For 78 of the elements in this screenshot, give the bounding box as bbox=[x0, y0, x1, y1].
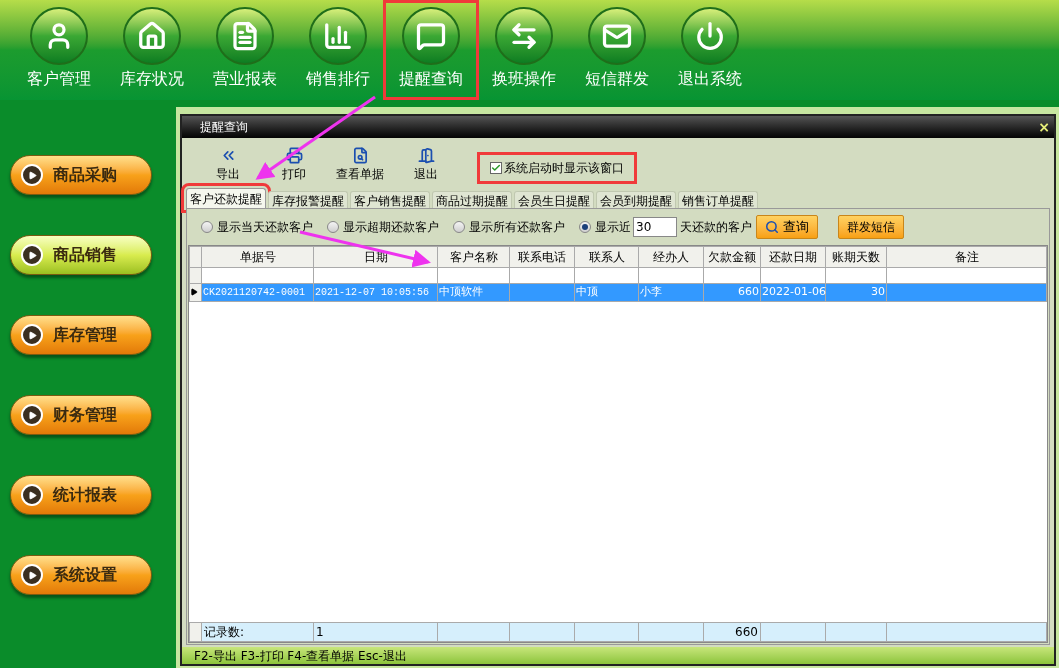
tab[interactable]: 销售订单提醒 bbox=[678, 191, 758, 208]
table-cell: 小李 bbox=[640, 285, 662, 298]
toolbar-button[interactable]: 短信群发 bbox=[572, 3, 662, 97]
table-cell: 30 bbox=[871, 285, 885, 298]
play-icon bbox=[21, 484, 43, 506]
column-header[interactable]: 经办人 bbox=[638, 246, 704, 268]
play-icon bbox=[21, 244, 43, 266]
row-pointer-icon bbox=[190, 288, 198, 297]
bar-chart-icon bbox=[323, 21, 353, 51]
tab[interactable]: 库存报警提醒 bbox=[268, 191, 348, 208]
radio-option[interactable]: 显示所有还款客户 bbox=[453, 218, 565, 236]
radio-option[interactable]: 显示近 bbox=[579, 218, 631, 236]
record-count: 1 bbox=[316, 625, 324, 639]
record-count-label: 记录数: bbox=[204, 625, 245, 639]
table-cell: 中顶软件 bbox=[439, 285, 483, 298]
tab[interactable]: 会员到期提醒 bbox=[596, 191, 676, 208]
column-header[interactable]: 客户名称 bbox=[437, 246, 510, 268]
radio-button[interactable] bbox=[579, 221, 591, 233]
column-header[interactable]: 联系电话 bbox=[509, 246, 575, 268]
close-button[interactable]: × bbox=[1038, 120, 1050, 134]
play-icon bbox=[21, 564, 43, 586]
toolbar-button[interactable]: 客户管理 bbox=[14, 3, 104, 97]
tab[interactable]: 会员生日提醒 bbox=[514, 191, 594, 208]
document-icon bbox=[230, 21, 260, 51]
sidebar-button[interactable]: 库存管理 bbox=[10, 315, 152, 355]
toolbar-button[interactable]: 提醒查询 bbox=[386, 3, 476, 97]
envelope-icon bbox=[602, 21, 632, 51]
column-header[interactable]: 账期天数 bbox=[825, 246, 887, 268]
table-cell: 660 bbox=[738, 285, 759, 298]
toolbar-button[interactable]: 退出系统 bbox=[665, 3, 755, 97]
toolbar-button[interactable]: 查看单据 bbox=[330, 147, 390, 183]
toolbar-button[interactable]: 销售排行 bbox=[293, 3, 383, 97]
toolbar-button[interactable]: 库存状况 bbox=[107, 3, 197, 97]
tab[interactable]: 客户销售提醒 bbox=[350, 191, 430, 208]
sidebar-button[interactable]: 财务管理 bbox=[10, 395, 152, 435]
table-cell: 2021-12-07 10:05:56 bbox=[315, 286, 430, 298]
play-icon bbox=[21, 404, 43, 426]
toolbar-button[interactable]: 导出 bbox=[198, 147, 258, 183]
play-icon bbox=[21, 164, 43, 186]
checkbox[interactable] bbox=[490, 162, 502, 174]
column-header[interactable]: 单据号 bbox=[201, 246, 314, 268]
sidebar-button[interactable]: 商品销售 bbox=[10, 235, 152, 275]
toolbar-button[interactable]: 打印 bbox=[264, 147, 324, 183]
radio-button[interactable] bbox=[327, 221, 339, 233]
toolbar-button[interactable]: 退出 bbox=[396, 147, 456, 183]
play-icon bbox=[21, 324, 43, 346]
speech-bubble-icon bbox=[416, 21, 446, 51]
column-header[interactable]: 备注 bbox=[886, 246, 1047, 268]
table-cell: CK2021120742-0001 bbox=[203, 286, 306, 298]
startup-checkbox[interactable]: 系统启动时显示该窗口 bbox=[480, 155, 634, 181]
toolbar-button[interactable]: 营业报表 bbox=[200, 3, 290, 97]
arrows-icon bbox=[509, 21, 539, 51]
house-icon bbox=[137, 21, 167, 51]
status-bar-text: F2-导出 F3-打印 F4-查看单据 Esc-退出 bbox=[194, 647, 407, 665]
tab[interactable]: 商品过期提醒 bbox=[432, 191, 512, 208]
radio-option[interactable]: 显示当天还款客户 bbox=[201, 218, 313, 236]
table-cell: 中顶 bbox=[576, 285, 598, 298]
query-button[interactable]: 查询 bbox=[756, 215, 818, 239]
sidebar-button[interactable]: 统计报表 bbox=[10, 475, 152, 515]
sidebar-button[interactable]: 商品采购 bbox=[10, 155, 152, 195]
power-icon bbox=[695, 21, 725, 51]
column-header[interactable]: 还款日期 bbox=[760, 246, 826, 268]
search-icon bbox=[765, 220, 779, 234]
column-header[interactable]: 欠款金额 bbox=[703, 246, 761, 268]
sidebar-button[interactable]: 系统设置 bbox=[10, 555, 152, 595]
days-suffix: 天还款的客户 bbox=[680, 219, 752, 236]
total-amount: 660 bbox=[735, 625, 758, 639]
radio-option[interactable]: 显示超期还款客户 bbox=[327, 218, 439, 236]
document-search-icon bbox=[351, 147, 369, 164]
radio-button[interactable] bbox=[201, 221, 213, 233]
printer-icon bbox=[285, 147, 303, 164]
sms-button[interactable]: 群发短信 bbox=[838, 215, 904, 239]
radio-button[interactable] bbox=[453, 221, 465, 233]
door-icon bbox=[417, 147, 435, 164]
window-title: 提醒查询 bbox=[200, 119, 248, 136]
column-header[interactable]: 联系人 bbox=[574, 246, 639, 268]
toolbar-button[interactable]: 换班操作 bbox=[479, 3, 569, 97]
days-input[interactable]: 30 bbox=[633, 217, 677, 237]
